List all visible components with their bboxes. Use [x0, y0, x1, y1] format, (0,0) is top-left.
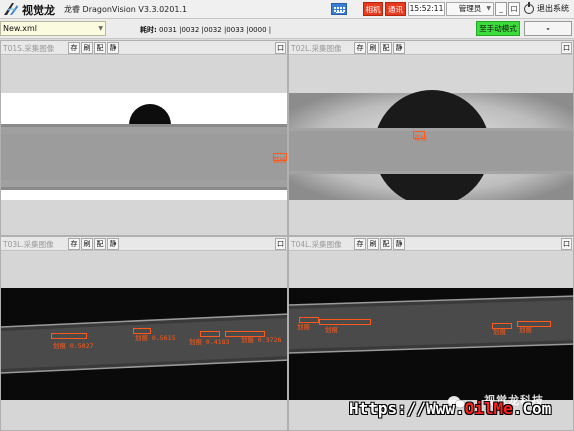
minimize-button[interactable]: _ [495, 2, 507, 16]
panel-header: T02L.采集图像 存 刷 配 静 口 [289, 41, 573, 55]
inspection-label: 首线 [273, 156, 286, 164]
refresh-button[interactable]: 刷 [367, 42, 379, 54]
power-icon [524, 2, 534, 14]
watermark-url-suffix: .Com [512, 399, 552, 418]
app-title: 龙睿 DragonVision V3.3.0201.1 [64, 5, 188, 14]
save-image-button[interactable]: 存 [354, 238, 366, 250]
defect-box [51, 333, 87, 339]
panel-title: T03L.采集图像 [3, 240, 54, 249]
static-button[interactable]: 静 [393, 238, 405, 250]
recipe-file-value: New.xml [3, 24, 38, 33]
collapse-button[interactable]: - [524, 21, 572, 36]
toolbar: New.xml ▼ 耗时: 0031 |0032 |0032 |0033 |00… [0, 19, 574, 39]
timing-value: |0000 [246, 26, 267, 34]
defect-label: 划痕 0.5027 [53, 342, 94, 350]
config-button[interactable]: 配 [94, 238, 106, 250]
chevron-down-icon: ▼ [486, 5, 491, 12]
defect-label: 划痕 [519, 326, 532, 334]
exit-system-button[interactable]: 退出系统 [522, 2, 574, 16]
defect-label: 划痕 0.5615 [135, 334, 176, 342]
panel-maximize-button[interactable]: 口 [561, 42, 572, 54]
app-logo-text: 视觉龙 [22, 4, 55, 17]
panel-header: T04L.采集图像 存 刷 配 静 口 [289, 237, 573, 251]
static-button[interactable]: 静 [393, 42, 405, 54]
watermark-url: Https://Www.OilMe.Com [349, 399, 551, 418]
panel-title: T01S.采集图像 [3, 44, 55, 53]
defect-label: 划痕 0.3726 [241, 336, 282, 344]
keyboard-icon[interactable] [331, 3, 347, 15]
refresh-button[interactable]: 刷 [81, 42, 93, 54]
chevron-down-icon: ▼ [98, 25, 103, 32]
camera-viewport[interactable]: 首线 [1, 56, 287, 235]
timing-value: |0032 [179, 26, 200, 34]
config-button[interactable]: 配 [380, 238, 392, 250]
defect-label: 划痕 0.4183 [189, 338, 230, 346]
timing-readout: 耗时: 0031 |0032 |0032 |0033 |0000 | [140, 25, 271, 35]
panel-header: T03L.采集图像 存 刷 配 静 口 [1, 237, 287, 251]
refresh-button[interactable]: 刷 [81, 238, 93, 250]
maximize-button[interactable]: 口 [508, 2, 520, 16]
camera-panel-t01: T01S.采集图像 存 刷 配 静 口 首线 [0, 40, 288, 236]
save-image-button[interactable]: 存 [354, 42, 366, 54]
exit-system-label: 退出系统 [537, 4, 569, 13]
timing-value: |0032 [201, 26, 222, 34]
static-button[interactable]: 静 [107, 42, 119, 54]
save-image-button[interactable]: 存 [68, 238, 80, 250]
camera-viewport[interactable]: 划痕 0.5027 划痕 0.5615 划痕 0.4183 划痕 0.3726 [1, 252, 287, 430]
timing-value: 0031 [159, 26, 177, 34]
config-button[interactable]: 配 [94, 42, 106, 54]
refresh-button[interactable]: 刷 [367, 238, 379, 250]
camera-image-t01 [1, 56, 287, 235]
camera-viewport[interactable]: 首线 [289, 56, 573, 235]
panel-maximize-button[interactable]: 口 [275, 42, 286, 54]
panel-maximize-button[interactable]: 口 [275, 238, 286, 250]
timing-value: | [268, 26, 272, 34]
save-image-button[interactable]: 存 [68, 42, 80, 54]
static-button[interactable]: 静 [107, 238, 119, 250]
timing-label: 耗时: [140, 26, 157, 34]
watermark-url-prefix: Https://Www. [349, 399, 465, 418]
camera-panel-t03: T03L.采集图像 存 刷 配 静 口 划痕 0.5027 划痕 0.5615 … [0, 236, 288, 431]
defect-label: 划痕 [325, 326, 338, 334]
user-select-value: 管理员 [458, 4, 482, 13]
manual-mode-button[interactable]: 至手动模式 [476, 21, 520, 36]
panel-title: T04L.采集图像 [291, 240, 342, 249]
panel-maximize-button[interactable]: 口 [561, 238, 572, 250]
user-select[interactable]: 管理员 ▼ [446, 2, 494, 16]
app-window: 视觉龙 龙睿 DragonVision V3.3.0201.1 相机 通讯 15… [0, 0, 574, 431]
camera-image-t02 [289, 56, 573, 235]
inspection-label: 首线 [414, 134, 427, 142]
camera-panel-t02: T02L.采集图像 存 刷 配 静 口 首线 [288, 40, 574, 236]
timing-value: |0033 [223, 26, 245, 34]
panel-title: T02L.采集图像 [291, 44, 342, 53]
dragon-logo-icon [4, 3, 18, 15]
config-button[interactable]: 配 [380, 42, 392, 54]
panel-header: T01S.采集图像 存 刷 配 静 口 [1, 41, 287, 55]
comm-status-button[interactable]: 通讯 [385, 2, 406, 16]
camera-status-button[interactable]: 相机 [363, 2, 383, 16]
title-bar: 视觉龙 龙睿 DragonVision V3.3.0201.1 相机 通讯 15… [0, 0, 574, 19]
defect-label: 划痕 [297, 323, 310, 331]
clock-display: 15:52:11 [408, 2, 445, 16]
recipe-file-select[interactable]: New.xml ▼ [0, 21, 106, 36]
watermark-url-brand: OilMe [464, 399, 513, 418]
defect-label: 划痕 [493, 328, 506, 336]
